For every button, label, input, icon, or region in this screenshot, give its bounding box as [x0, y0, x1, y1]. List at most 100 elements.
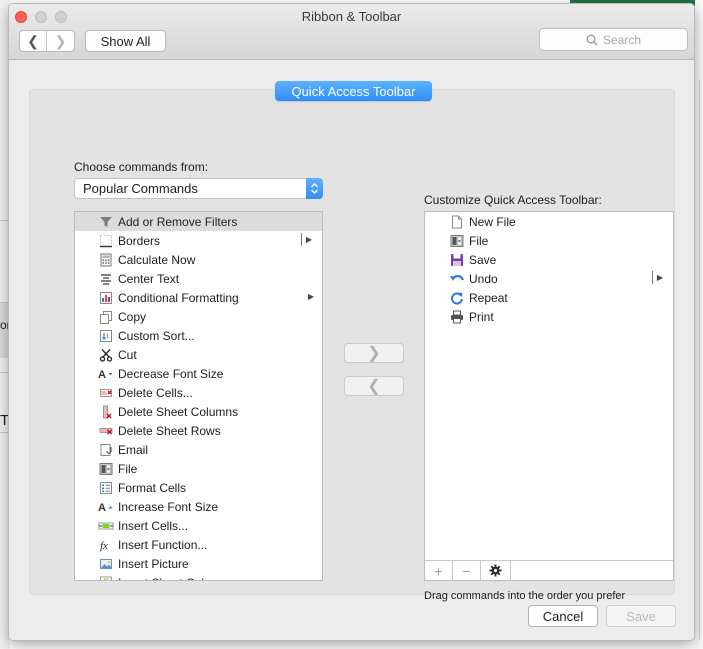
- submenu-arrow-icon[interactable]: ▶: [651, 271, 663, 284]
- command-list-item[interactable]: Center Text: [75, 269, 322, 288]
- email-icon: [98, 442, 114, 458]
- decrease-font-icon: A: [98, 366, 114, 382]
- command-list-item[interactable]: Conditional Formatting ▶: [75, 288, 322, 307]
- toolbar-list-item[interactable]: Undo ▶: [425, 269, 673, 288]
- quick-access-panel: Choose commands from: Popular Commands C…: [29, 89, 675, 602]
- command-source-value: Popular Commands: [83, 181, 198, 196]
- submenu-arrow-icon[interactable]: ▶: [308, 292, 314, 301]
- svg-text:A: A: [98, 369, 106, 381]
- center-text-icon: [98, 271, 114, 287]
- command-list-item[interactable]: Cut: [75, 345, 322, 364]
- toolbar-list-item-label: Print: [469, 309, 494, 324]
- remove-item-button[interactable]: −: [453, 561, 481, 580]
- increase-font-icon: A: [98, 499, 114, 515]
- delete-rows-icon: [98, 423, 114, 439]
- insert-columns-icon: [98, 575, 114, 580]
- choose-commands-label: Choose commands from:: [74, 160, 209, 174]
- command-list-item-label: Custom Sort...: [118, 328, 195, 343]
- toolbar-list-item[interactable]: Save: [425, 250, 673, 269]
- command-list-item[interactable]: Format Cells: [75, 478, 322, 497]
- remove-command-button[interactable]: ❮: [344, 376, 404, 396]
- toolbar-list-item[interactable]: Repeat: [425, 288, 673, 307]
- search-icon: [586, 34, 598, 46]
- format-cells-icon: [98, 480, 114, 496]
- toolbar-list-item[interactable]: New File: [425, 212, 673, 231]
- sort-icon: 1: [98, 328, 114, 344]
- scissors-icon: [98, 347, 114, 363]
- command-list-item-label: Delete Cells...: [118, 385, 193, 400]
- command-list-item[interactable]: fx Insert Function...: [75, 535, 322, 554]
- submenu-arrow-icon[interactable]: ▶: [300, 233, 312, 246]
- toolbar-list-item-label: File: [469, 233, 489, 248]
- conditional-formatting-icon: [98, 290, 114, 306]
- command-list-item[interactable]: Add or Remove Filters: [75, 212, 322, 231]
- command-source-select[interactable]: Popular Commands: [74, 178, 323, 199]
- command-list-item[interactable]: 1 Custom Sort...: [75, 326, 322, 345]
- save-button[interactable]: Save: [606, 605, 676, 627]
- command-list-item-label: Insert Function...: [118, 537, 208, 552]
- toolbar-list-item[interactable]: Print: [425, 307, 673, 326]
- available-commands-list[interactable]: Add or Remove Filters Borders ▶ Calculate N…: [74, 211, 323, 581]
- svg-text:1: 1: [106, 333, 109, 339]
- command-list-item[interactable]: Delete Sheet Rows: [75, 421, 322, 440]
- title-bar: Ribbon & Toolbar ❮ ❯ Show All Search: [9, 4, 694, 60]
- borders-icon: [98, 233, 114, 249]
- function-icon: fx: [98, 537, 114, 553]
- command-list-item[interactable]: Insert Sheet Columns: [75, 573, 322, 581]
- command-list-item-label: Delete Sheet Columns: [118, 404, 239, 419]
- toolbar-list-controls: + −: [425, 560, 673, 580]
- chevron-left-icon: ❮: [27, 32, 39, 49]
- chevron-right-icon: ❯: [367, 345, 381, 362]
- toolbar-options-button[interactable]: [481, 561, 511, 580]
- command-list-item[interactable]: Delete Cells...: [75, 383, 322, 402]
- command-list-item[interactable]: Copy: [75, 307, 322, 326]
- copy-icon: [98, 309, 114, 325]
- window-title: Ribbon & Toolbar: [301, 9, 402, 24]
- file-menu-icon: [449, 233, 465, 249]
- back-button[interactable]: ❮: [20, 31, 47, 51]
- quick-access-toolbar-list[interactable]: New File File Save Undo ▶ Repeat Print + −: [424, 211, 674, 581]
- command-list-item-label: Insert Sheet Columns: [118, 576, 233, 581]
- command-list-item[interactable]: Calculate Now: [75, 250, 322, 269]
- command-list-item-label: Conditional Formatting: [118, 290, 239, 305]
- new-file-icon: [449, 214, 465, 230]
- command-list-item-label: Add or Remove Filters: [118, 214, 238, 229]
- command-list-item-label: Center Text: [118, 271, 180, 286]
- command-list-item[interactable]: A Increase Font Size: [75, 497, 322, 516]
- insert-cells-icon: [98, 518, 114, 534]
- command-list-item-label: Email: [118, 442, 149, 457]
- command-list-item-label: Calculate Now: [118, 252, 196, 267]
- command-list-item[interactable]: Borders ▶: [75, 231, 322, 250]
- search-field[interactable]: Search: [539, 28, 688, 51]
- add-command-button[interactable]: ❯: [344, 343, 404, 363]
- filter-icon: [98, 214, 114, 230]
- command-list-item[interactable]: File: [75, 459, 322, 478]
- command-list-item[interactable]: Email: [75, 440, 322, 459]
- command-list-item-label: Borders: [118, 233, 161, 248]
- command-list-item[interactable]: Delete Sheet Columns: [75, 402, 322, 421]
- toolbar-list-item-label: Save: [469, 252, 497, 267]
- svg-text:A: A: [98, 502, 106, 514]
- search-placeholder: Search: [602, 32, 642, 47]
- command-list-item-label: Increase Font Size: [118, 499, 219, 514]
- command-list-item[interactable]: Insert Picture: [75, 554, 322, 573]
- toolbar-list-item[interactable]: File: [425, 231, 673, 250]
- delete-columns-icon: [98, 404, 114, 420]
- gear-icon: [489, 564, 502, 577]
- repeat-icon: [449, 290, 465, 306]
- printer-icon: [449, 309, 465, 325]
- chevron-right-icon: ❯: [54, 32, 67, 49]
- calculator-icon: [98, 252, 114, 268]
- toolbar-list-item-label: Undo: [469, 271, 498, 286]
- command-list-item[interactable]: Insert Cells...: [75, 516, 322, 535]
- cancel-button[interactable]: Cancel: [528, 605, 598, 627]
- command-list-item[interactable]: A Decrease Font Size: [75, 364, 322, 383]
- select-stepper-icon: [306, 178, 323, 199]
- drag-hint-text: Drag commands into the order you prefer: [424, 590, 626, 602]
- add-item-button[interactable]: +: [425, 561, 453, 580]
- forward-button[interactable]: ❯: [47, 31, 74, 51]
- svg-text:fx: fx: [100, 540, 108, 552]
- command-list-item-label: Insert Picture: [118, 556, 189, 571]
- tab-quick-access-toolbar[interactable]: Quick Access Toolbar: [275, 81, 432, 101]
- show-all-button[interactable]: Show All: [85, 30, 166, 52]
